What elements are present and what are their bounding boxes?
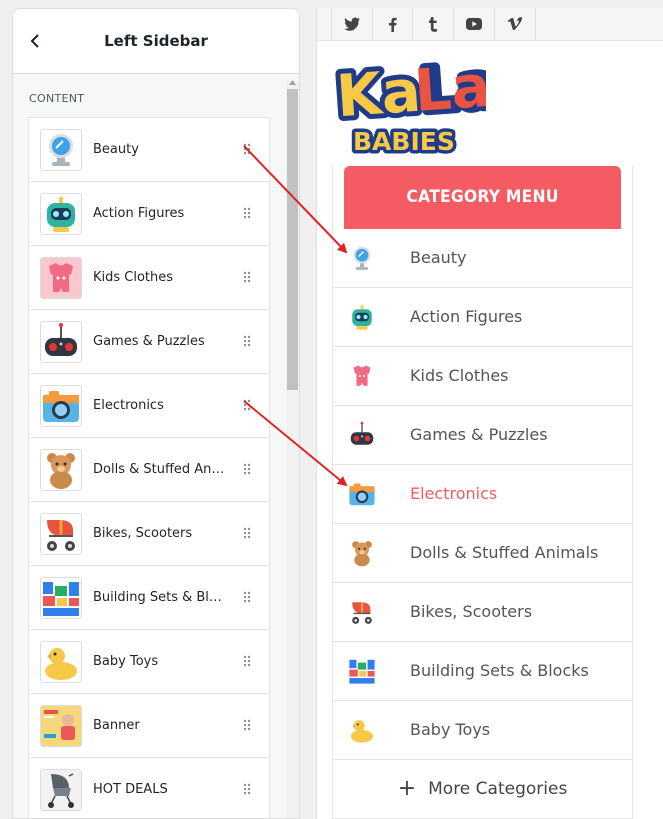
widget-list: Beauty Action Figures Kids Clothes Games…	[28, 117, 270, 818]
widget-item-label: Dolls & Stuffed Ani...	[93, 462, 225, 477]
drag-handle-icon[interactable]	[243, 143, 251, 155]
widget-item-baby-toys[interactable]: Baby Toys	[29, 630, 269, 694]
drag-handle-icon[interactable]	[243, 719, 251, 731]
customizer-panel: Left Sidebar CONTENT Beauty Action Figur…	[12, 8, 300, 819]
section-label: CONTENT	[29, 92, 85, 105]
svg-text:La: La	[412, 52, 486, 125]
widget-item-building-sets[interactable]: Building Sets & Blocks	[29, 566, 269, 630]
drag-handle-icon[interactable]	[243, 399, 251, 411]
category-item-bikes-scooters[interactable]: Bikes, Scooters	[333, 583, 632, 642]
category-item-games-puzzles[interactable]: Games & Puzzles	[333, 406, 632, 465]
svg-text:BABIES: BABIES	[353, 127, 455, 156]
widget-item-label: Kids Clothes	[93, 270, 174, 285]
widget-item-games-puzzles[interactable]: Games & Puzzles	[29, 310, 269, 374]
category-item-label: Kids Clothes	[410, 366, 509, 385]
stroller-photo-icon	[40, 769, 82, 811]
category-item-action-figures[interactable]: Action Figures	[333, 288, 632, 347]
widget-item-label: Banner	[93, 718, 140, 733]
category-item-label: Dolls & Stuffed Animals	[410, 543, 599, 562]
panel-title: Left Sidebar	[104, 32, 208, 50]
scroll-up-icon[interactable]	[289, 79, 296, 86]
social-bar	[317, 8, 663, 41]
widget-item-label: Beauty	[93, 142, 139, 157]
drag-handle-icon[interactable]	[243, 207, 251, 219]
onesie-icon	[40, 257, 82, 299]
category-item-label: Baby Toys	[410, 720, 491, 739]
category-item-label: Electronics	[410, 484, 498, 503]
gamepad-icon	[40, 321, 82, 363]
mirror-icon	[40, 129, 82, 171]
robot-icon	[40, 193, 82, 235]
category-item-label: Games & Puzzles	[410, 425, 548, 444]
widget-item-label: Electronics	[93, 398, 164, 413]
widget-item-banner[interactable]: Banner	[29, 694, 269, 758]
widget-item-beauty[interactable]: Beauty	[29, 118, 269, 182]
category-item-label: Bikes, Scooters	[410, 602, 533, 621]
scrollbar-thumb[interactable]	[287, 89, 298, 390]
duck-icon	[40, 641, 82, 683]
stroller-icon	[40, 513, 82, 555]
category-item-baby-toys[interactable]: Baby Toys	[333, 701, 632, 760]
category-item-dolls[interactable]: Dolls & Stuffed Animals	[333, 524, 632, 583]
svg-text:Ka: Ka	[334, 57, 423, 131]
youtube-icon[interactable]	[454, 8, 495, 40]
drag-handle-icon[interactable]	[243, 655, 251, 667]
widget-item-electronics[interactable]: Electronics	[29, 374, 269, 438]
banner-image-icon	[40, 705, 82, 747]
site-preview: KaLa Ka La BABIES BABIES CATEGORY MENU B…	[316, 8, 663, 819]
plus-icon: +	[397, 776, 417, 801]
widget-item-hot-deals[interactable]: HOT DEALS	[29, 758, 269, 818]
more-categories-label: More Categories	[428, 779, 568, 799]
blocks-icon	[348, 657, 376, 685]
robot-icon	[348, 303, 376, 331]
widget-item-action-figures[interactable]: Action Figures	[29, 182, 269, 246]
category-item-label: Beauty	[410, 248, 467, 267]
category-item-label: Building Sets & Blocks	[410, 661, 589, 680]
drag-handle-icon[interactable]	[243, 271, 251, 283]
drag-handle-icon[interactable]	[243, 335, 251, 347]
twitter-icon[interactable]	[331, 8, 373, 40]
vimeo-icon[interactable]	[495, 8, 536, 40]
widget-item-label: Action Figures	[93, 206, 185, 221]
more-categories-button[interactable]: + More Categories	[333, 760, 632, 818]
drag-handle-icon[interactable]	[243, 591, 251, 603]
camera-icon	[40, 385, 82, 427]
category-menu: CATEGORY MENU Beauty Action Figures Kids…	[332, 166, 633, 819]
facebook-icon[interactable]	[372, 8, 413, 40]
onesie-icon	[348, 362, 376, 390]
widget-item-label: Bikes, Scooters	[93, 526, 193, 541]
mirror-icon	[348, 244, 376, 272]
widget-item-bikes-scooters[interactable]: Bikes, Scooters	[29, 502, 269, 566]
drag-handle-icon[interactable]	[243, 527, 251, 539]
kala-babies-logo: KaLa Ka La BABIES BABIES	[331, 50, 486, 160]
widget-item-kids-clothes[interactable]: Kids Clothes	[29, 246, 269, 310]
widget-item-label: HOT DEALS	[93, 782, 168, 797]
category-item-building-sets[interactable]: Building Sets & Blocks	[333, 642, 632, 701]
category-item-electronics[interactable]: Electronics	[333, 465, 632, 524]
tumblr-icon[interactable]	[413, 8, 454, 40]
duck-icon	[348, 716, 376, 744]
category-item-label: Action Figures	[410, 307, 523, 326]
stroller-icon	[348, 598, 376, 626]
widget-item-label: Games & Puzzles	[93, 334, 205, 349]
teddy-bear-icon	[40, 449, 82, 491]
teddy-bear-icon	[348, 539, 376, 567]
category-item-beauty[interactable]: Beauty	[333, 229, 632, 288]
widget-item-dolls[interactable]: Dolls & Stuffed Ani...	[29, 438, 269, 502]
widget-item-label: Building Sets & Blocks	[93, 590, 225, 605]
category-item-kids-clothes[interactable]: Kids Clothes	[333, 347, 632, 406]
panel-header: Left Sidebar	[13, 9, 299, 74]
category-menu-header[interactable]: CATEGORY MENU	[344, 166, 621, 229]
gamepad-icon	[348, 421, 376, 449]
camera-icon	[348, 480, 376, 508]
drag-handle-icon[interactable]	[243, 463, 251, 475]
widget-item-label: Baby Toys	[93, 654, 159, 669]
blocks-icon	[40, 577, 82, 619]
drag-handle-icon[interactable]	[243, 783, 251, 795]
